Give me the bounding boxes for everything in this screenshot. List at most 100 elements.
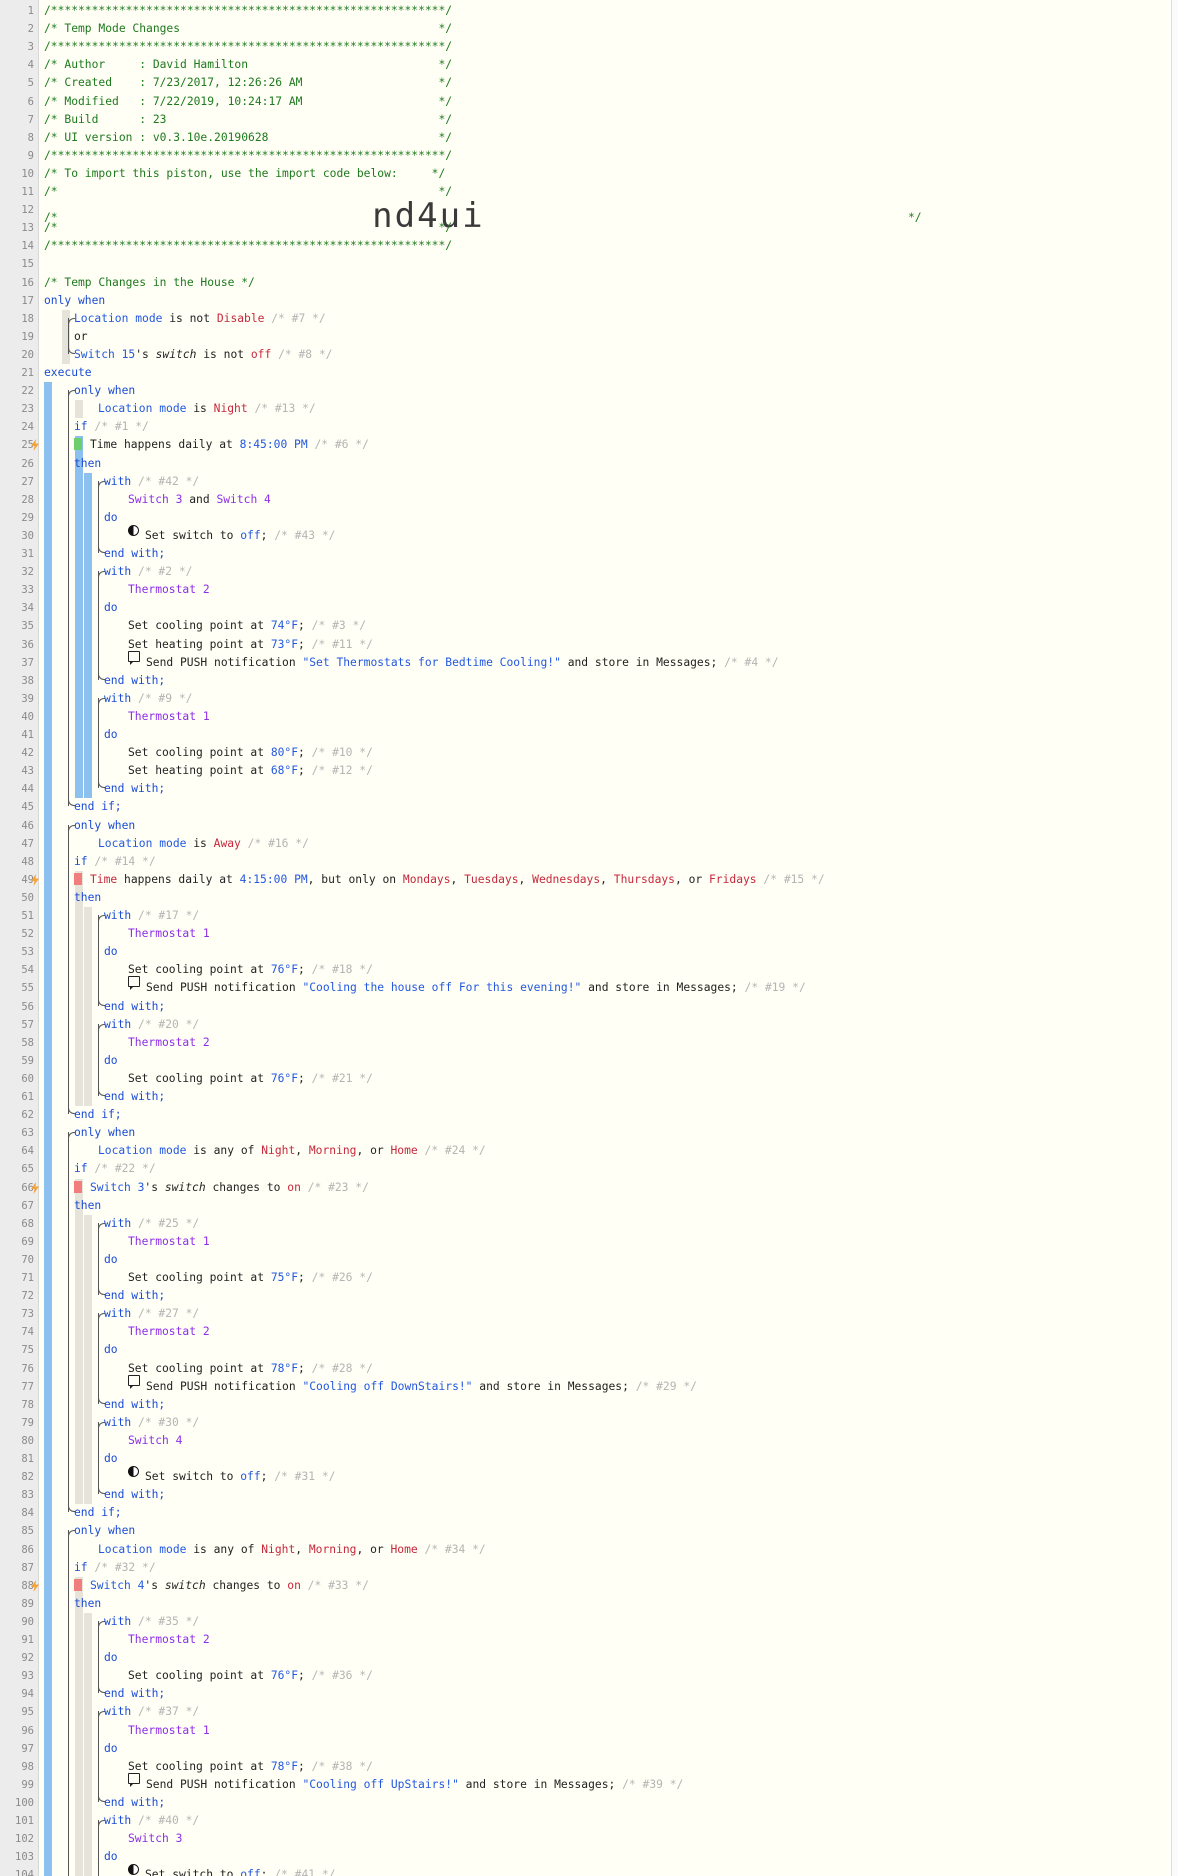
device-token[interactable]: Location mode <box>98 1144 186 1157</box>
keyword-token[interactable]: with <box>104 1416 131 1429</box>
keyword-token[interactable]: if <box>74 420 88 433</box>
vertical-scrollbar[interactable] <box>1171 0 1178 1876</box>
device-token[interactable]: Thermostat 2 <box>128 1325 210 1338</box>
keyword-token[interactable]: with <box>104 1705 131 1718</box>
value-token[interactable]: Tuesdays <box>464 873 518 886</box>
keyword-token[interactable]: with <box>104 909 131 922</box>
device-token[interactable]: Thermostat 2 <box>128 583 210 596</box>
keyword-token[interactable]: end with; <box>104 674 165 687</box>
device-token[interactable]: "Cooling the house off For this evening!… <box>302 981 581 994</box>
value-token[interactable]: Thursdays <box>614 873 675 886</box>
keyword-token[interactable]: end with; <box>104 1289 165 1302</box>
keyword-token[interactable]: end with; <box>104 1000 165 1013</box>
keyword-token[interactable]: end with; <box>104 1398 165 1411</box>
device-token[interactable]: 80°F <box>271 746 298 759</box>
device-token[interactable]: 78°F <box>271 1362 298 1375</box>
keyword-token[interactable]: with <box>104 1018 131 1031</box>
keyword-token[interactable]: do <box>104 945 118 958</box>
device-token[interactable]: 76°F <box>271 963 298 976</box>
keyword-token[interactable]: then <box>74 891 101 904</box>
keyword-token[interactable]: do <box>104 1343 118 1356</box>
value-token[interactable]: Morning <box>309 1543 357 1556</box>
keyword-token[interactable]: then <box>74 457 101 470</box>
device-token[interactable]: Thermostat 2 <box>128 1036 210 1049</box>
keyword-token[interactable]: end with; <box>104 547 165 560</box>
device-token[interactable]: off <box>240 1470 260 1483</box>
value-token[interactable]: Fridays <box>709 873 757 886</box>
device-token[interactable]: 68°F <box>271 764 298 777</box>
value-token[interactable]: Night <box>261 1144 295 1157</box>
keyword-token[interactable]: end with; <box>104 1796 165 1809</box>
device-token[interactable]: 75°F <box>271 1271 298 1284</box>
keyword-token[interactable]: with <box>104 1307 131 1320</box>
keyword-token[interactable]: with <box>104 692 131 705</box>
device-token[interactable]: Switch 3 <box>128 1832 182 1845</box>
value-token[interactable]: Away <box>214 837 241 850</box>
keyword-token[interactable]: only when <box>74 1524 135 1537</box>
keyword-token[interactable]: do <box>104 1253 118 1266</box>
device-token[interactable]: 78°F <box>271 1760 298 1773</box>
keyword-token[interactable]: end if; <box>74 1506 122 1519</box>
device-token[interactable]: Thermostat 1 <box>128 1724 210 1737</box>
device-token[interactable]: Switch 3 <box>128 493 182 506</box>
device-token[interactable]: Location mode <box>74 312 162 325</box>
keyword-token[interactable]: with <box>104 1814 131 1827</box>
keyword-token[interactable]: with <box>104 1615 131 1628</box>
keyword-token[interactable]: if <box>74 1162 88 1175</box>
value-token[interactable]: on <box>287 1181 301 1194</box>
device-token[interactable]: Switch 4 <box>90 1579 144 1592</box>
value-token[interactable]: Home <box>391 1144 418 1157</box>
keyword-token[interactable]: only when <box>44 294 105 307</box>
device-token[interactable]: Thermostat 1 <box>128 710 210 723</box>
keyword-token[interactable]: end if; <box>74 800 122 813</box>
keyword-token[interactable]: end with; <box>104 1488 165 1501</box>
device-token[interactable]: Switch 15 <box>74 348 135 361</box>
device-token[interactable]: Location mode <box>98 1543 186 1556</box>
keyword-token[interactable]: end with; <box>104 782 165 795</box>
device-token[interactable]: off <box>240 529 260 542</box>
keyword-token[interactable]: do <box>104 728 118 741</box>
device-token[interactable]: Switch 4 <box>216 493 270 506</box>
keyword-token[interactable]: if <box>74 1561 88 1574</box>
device-token[interactable]: "Cooling off DownStairs!" <box>302 1380 472 1393</box>
keyword-token[interactable]: if <box>74 855 88 868</box>
keyword-token[interactable]: end if; <box>74 1108 122 1121</box>
keyword-token[interactable]: then <box>74 1199 101 1212</box>
device-token[interactable]: 73°F <box>271 638 298 651</box>
device-token[interactable]: 74°F <box>271 619 298 632</box>
device-token[interactable]: 76°F <box>271 1072 298 1085</box>
value-token[interactable]: off <box>251 348 271 361</box>
device-token[interactable]: "Cooling off UpStairs!" <box>302 1778 458 1791</box>
keyword-token[interactable]: end with; <box>104 1687 165 1700</box>
device-token[interactable]: off <box>240 1868 260 1876</box>
keyword-token[interactable]: do <box>104 601 118 614</box>
value-token[interactable]: Home <box>391 1543 418 1556</box>
keyword-token[interactable]: do <box>104 511 118 524</box>
device-token[interactable]: 4:15:00 PM <box>240 873 308 886</box>
device-token[interactable]: Switch 4 <box>128 1434 182 1447</box>
device-token[interactable]: Location mode <box>98 402 186 415</box>
value-token[interactable]: Disable <box>217 312 265 325</box>
device-token[interactable]: Thermostat 1 <box>128 1235 210 1248</box>
value-token[interactable]: Night <box>214 402 248 415</box>
device-token[interactable]: Switch 3 <box>90 1181 144 1194</box>
value-token[interactable]: Mondays <box>403 873 451 886</box>
value-token[interactable]: Time <box>90 873 117 886</box>
keyword-token[interactable]: only when <box>74 384 135 397</box>
value-token[interactable]: Night <box>261 1543 295 1556</box>
value-token[interactable]: on <box>287 1579 301 1592</box>
keyword-token[interactable]: do <box>104 1742 118 1755</box>
keyword-token[interactable]: do <box>104 1850 118 1863</box>
device-token[interactable]: 76°F <box>271 1669 298 1682</box>
device-token[interactable]: "Set Thermostats for Bedtime Cooling!" <box>302 656 560 669</box>
keyword-token[interactable]: only when <box>74 1126 135 1139</box>
keyword-token[interactable]: then <box>74 1597 101 1610</box>
keyword-token[interactable]: do <box>104 1054 118 1067</box>
keyword-token[interactable]: do <box>104 1651 118 1664</box>
device-token[interactable]: Location mode <box>98 837 186 850</box>
keyword-token[interactable]: with <box>104 1217 131 1230</box>
device-token[interactable]: Thermostat 1 <box>128 927 210 940</box>
device-token[interactable]: Thermostat 2 <box>128 1633 210 1646</box>
value-token[interactable]: Wednesdays <box>532 873 600 886</box>
value-token[interactable]: Morning <box>309 1144 357 1157</box>
